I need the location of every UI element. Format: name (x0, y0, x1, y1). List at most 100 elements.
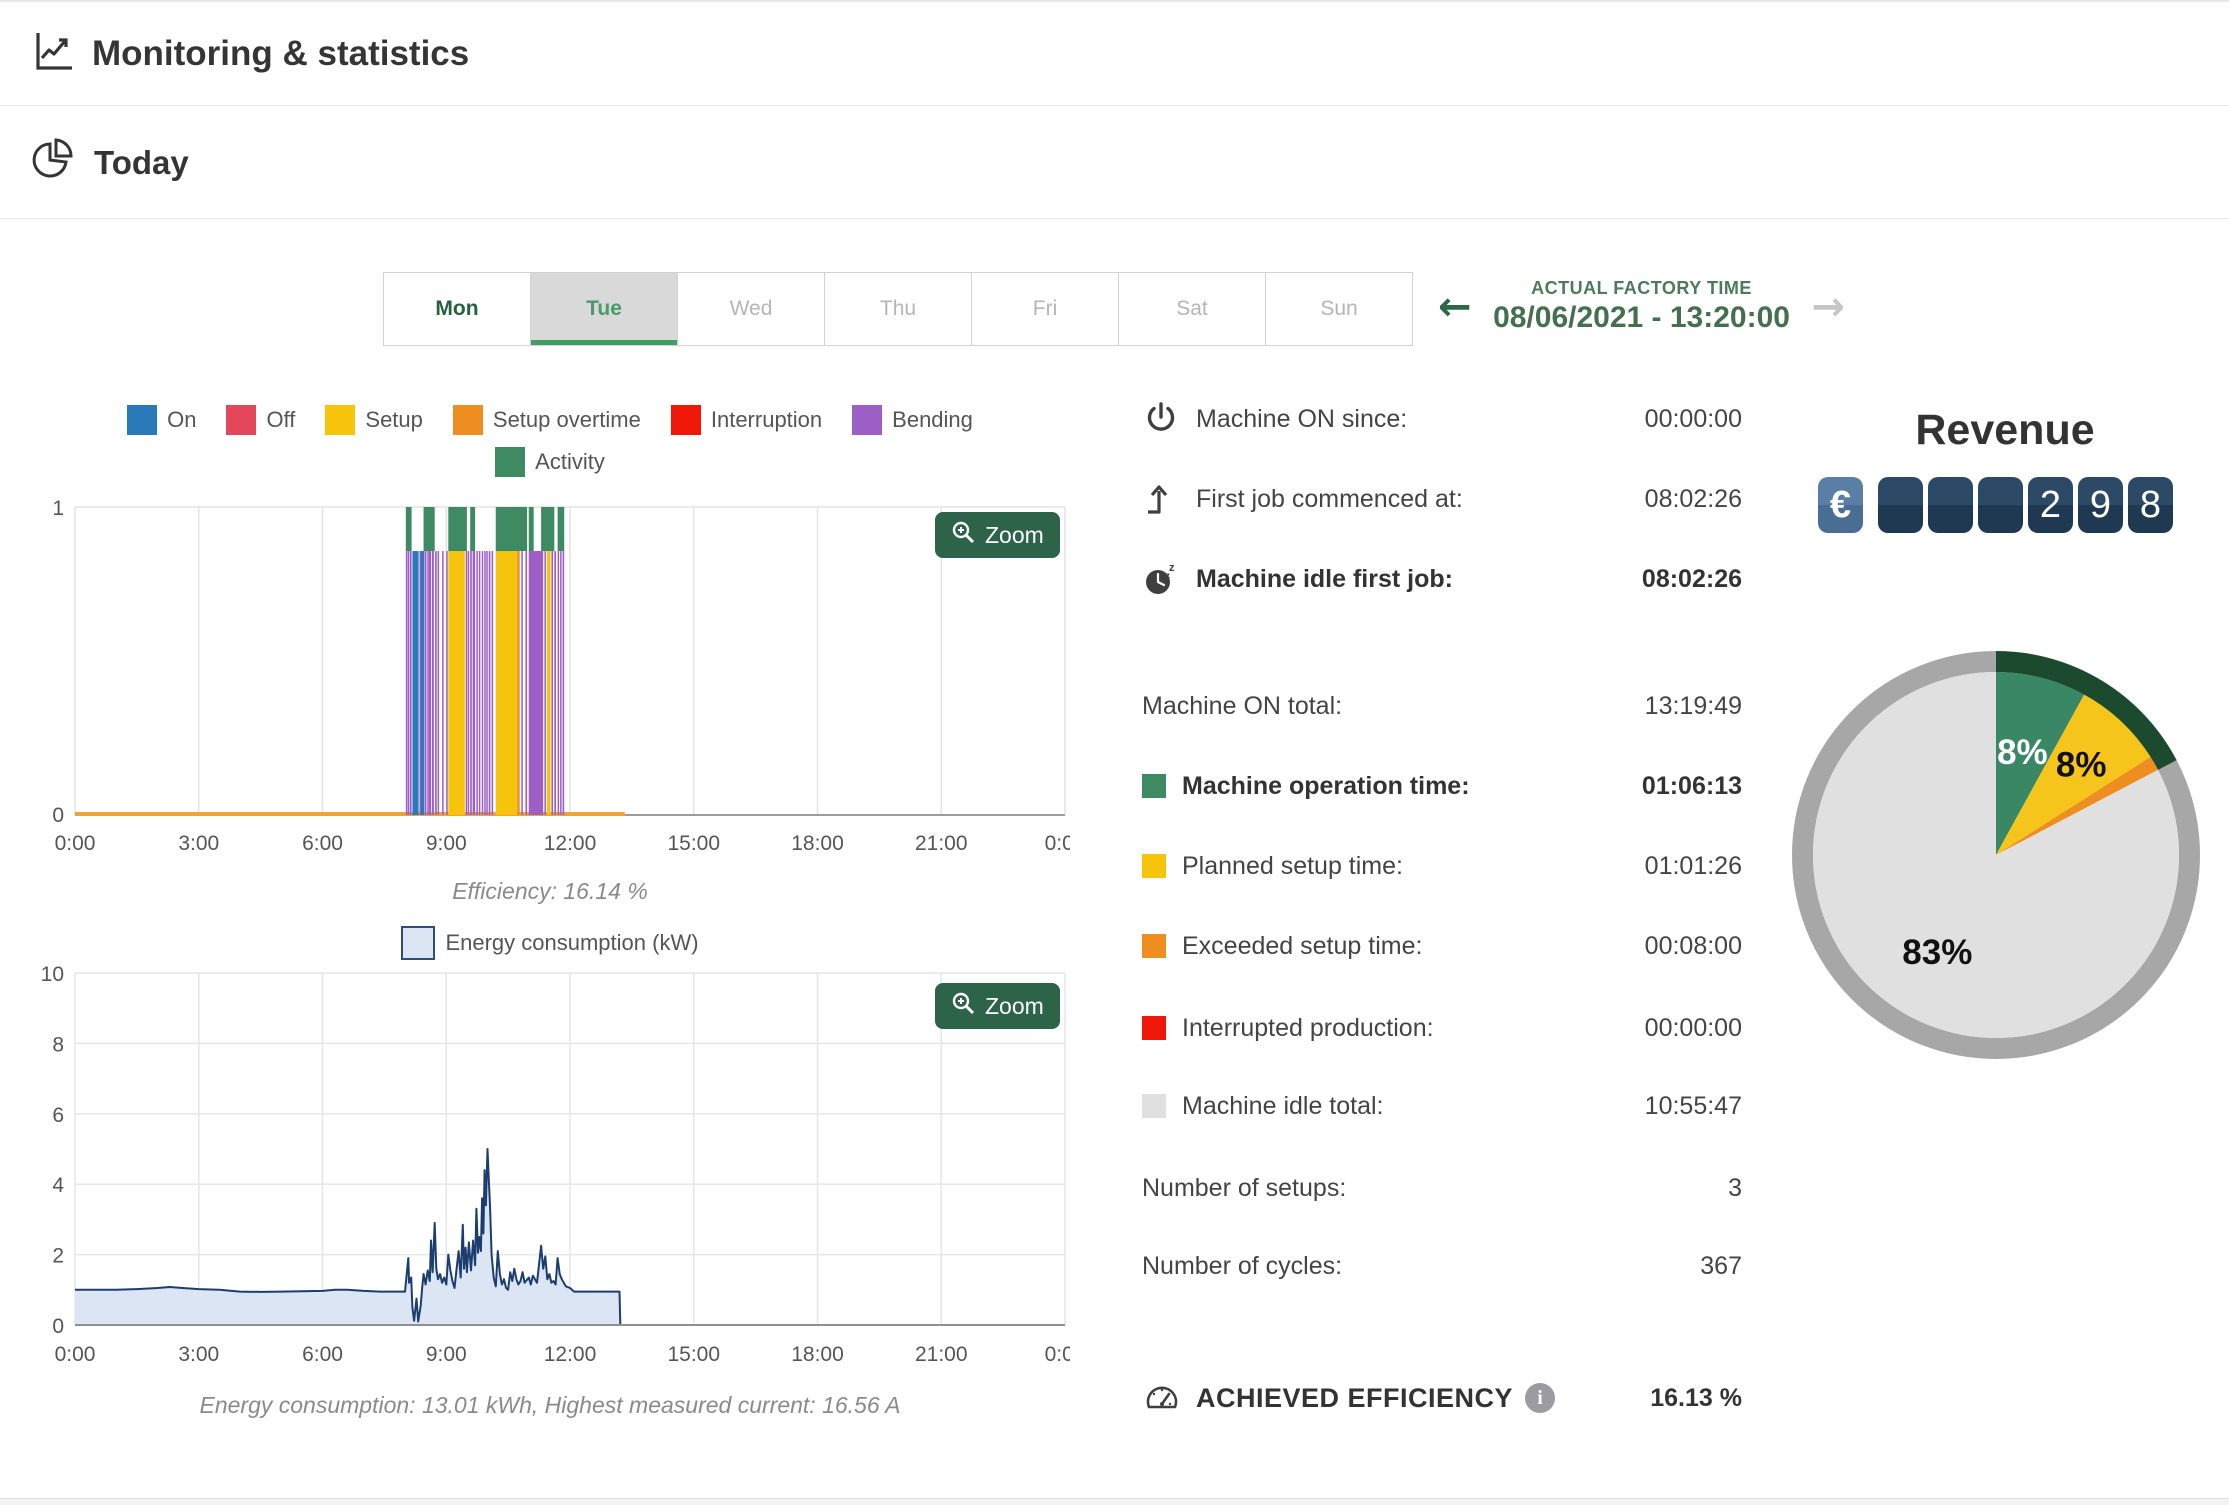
svg-text:10: 10 (41, 965, 64, 986)
stat-label: Machine operation time: (1182, 771, 1470, 800)
svg-text:3:00: 3:00 (178, 1343, 219, 1366)
revenue-digit-tile (1928, 477, 1973, 533)
stat-label: Exceeded setup time: (1182, 931, 1423, 960)
stat-value: 00:08:00 (1644, 931, 1742, 960)
zoom-button-label: Zoom (985, 992, 1044, 1019)
stat-label: Interrupted production: (1182, 1013, 1434, 1042)
magnifier-plus-icon (951, 991, 975, 1021)
tab-sun[interactable]: Sun (1265, 272, 1413, 346)
magnifier-plus-icon (951, 520, 975, 550)
stat-label: Machine idle first job: (1196, 564, 1453, 593)
planned-setup-swatch (1142, 854, 1166, 878)
stat-label: Machine ON total: (1142, 691, 1343, 720)
stat-label: Planned setup time: (1182, 851, 1403, 880)
pie-chart-icon (30, 136, 78, 189)
tab-thu[interactable]: Thu (824, 272, 972, 346)
legend-label: Bending (892, 407, 973, 432)
svg-text:8%: 8% (2056, 745, 2107, 784)
legend-item-bending[interactable]: Bending (852, 405, 973, 435)
legend-label: Setup overtime (492, 407, 641, 432)
zoom-button-status-chart[interactable]: Zoom (935, 512, 1060, 558)
prev-day-arrow-icon[interactable]: ← (1438, 287, 1472, 327)
zoom-button-energy-chart[interactable]: Zoom (935, 983, 1060, 1029)
setup-swatch (325, 405, 356, 435)
exceeded-setup-swatch (1142, 934, 1166, 958)
stat-value: 00:00:00 (1644, 1013, 1742, 1042)
tab-fri[interactable]: Fri (971, 272, 1119, 346)
bending-swatch (852, 405, 883, 435)
legend-item-setup[interactable]: Setup (325, 405, 423, 435)
info-icon[interactable]: i (1525, 1383, 1556, 1413)
svg-text:6: 6 (52, 1104, 64, 1127)
stat-value: 16.13 % (1650, 1383, 1742, 1412)
factory-time-label: ACTUAL FACTORY TIME (1531, 278, 1752, 298)
factory-time: ← ACTUAL FACTORY TIME 08/06/2021 - 13:20… (1438, 278, 1845, 335)
legend-label: Off (266, 407, 296, 432)
stat-row-number-of-cycles: Number of cycles: 367 (1142, 1240, 1742, 1292)
interruption-swatch (670, 405, 701, 435)
svg-text:6:00: 6:00 (302, 832, 343, 855)
next-day-arrow-icon[interactable]: → (1812, 287, 1846, 327)
stat-row-achieved-efficiency: ACHIEVED EFFICIENCY i 16.13 % (1142, 1372, 1742, 1424)
svg-text:z: z (1166, 571, 1170, 580)
factory-time-value: 08/06/2021 - 13:20:00 (1493, 301, 1790, 334)
power-icon (1142, 400, 1182, 438)
legend-label: Activity (535, 449, 605, 474)
stat-row-number-of-setups: Number of setups: 3 (1142, 1162, 1742, 1214)
svg-text:0:00: 0:00 (55, 832, 96, 855)
svg-text:12:00: 12:00 (544, 1343, 597, 1366)
stat-row-machine-operation-time: Machine operation time: 01:06:13 (1142, 760, 1742, 812)
stat-value: 10:55:47 (1644, 1091, 1742, 1120)
section-header: Today (0, 107, 2229, 219)
legend-item-on[interactable]: On (127, 405, 196, 435)
stat-value: 08:02:26 (1641, 564, 1742, 593)
stat-label: Machine idle total: (1182, 1091, 1384, 1120)
setup-overtime-swatch (452, 405, 483, 435)
stat-row-machine-idle-total: Machine idle total: 10:55:47 (1142, 1080, 1742, 1132)
tab-wed[interactable]: Wed (677, 272, 825, 346)
legend-item-setup-overtime[interactable]: Setup overtime (452, 405, 641, 435)
stat-row-planned-setup-time: Planned setup time: 01:01:26 (1142, 840, 1742, 892)
svg-text:4: 4 (52, 1174, 64, 1197)
efficiency-caption: Efficiency: 16.14 % (452, 878, 648, 904)
tab-mon[interactable]: Mon (383, 272, 531, 346)
currency-euro-tile: € (1818, 477, 1863, 533)
revenue-digit-tile: 9 (2078, 477, 2123, 533)
svg-text:0:00: 0:00 (1045, 1343, 1070, 1366)
stat-label: First job commenced at: (1196, 484, 1463, 513)
off-swatch (226, 405, 257, 435)
svg-text:15:00: 15:00 (667, 1343, 720, 1366)
monitoring-chart-icon (30, 28, 76, 79)
activity-swatch (495, 447, 526, 477)
idle-total-swatch (1142, 1094, 1166, 1118)
on-swatch (127, 405, 158, 435)
stat-value: 367 (1700, 1251, 1742, 1280)
status-legend-row-1: On Off Setup Setup overtime Interruption… (30, 405, 1070, 435)
svg-text:9:00: 9:00 (426, 1343, 467, 1366)
legend-item-off[interactable]: Off (226, 405, 295, 435)
time-distribution-pie-chart: 8% 8% 83% (1792, 651, 2200, 1059)
legend-item-interruption[interactable]: Interruption (670, 405, 822, 435)
svg-text:2: 2 (52, 1245, 64, 1268)
svg-text:18:00: 18:00 (791, 832, 844, 855)
svg-text:0: 0 (52, 1315, 64, 1338)
stat-label: Number of setups: (1142, 1173, 1347, 1202)
factory-time-block: ACTUAL FACTORY TIME 08/06/2021 - 13:20:0… (1492, 278, 1792, 335)
stat-value: 01:01:26 (1644, 851, 1742, 880)
energy-legend: Energy consumption (kW) (30, 926, 1070, 960)
tab-sat[interactable]: Sat (1118, 272, 1266, 346)
stat-value: 3 (1728, 1173, 1742, 1202)
revenue-counter: € 2 9 8 (1818, 477, 2173, 533)
legend-item-energy[interactable]: Energy consumption (kW) (401, 926, 699, 960)
legend-item-activity[interactable]: Activity (495, 447, 605, 477)
svg-text:6:00: 6:00 (302, 1343, 343, 1366)
legend-label: Setup (365, 407, 423, 432)
legend-label: Energy consumption (kW) (445, 930, 699, 955)
energy-consumption-chart: 0 2 4 6 8 10 0:00 3:00 6:00 9:00 12:00 15:00 18:00 21… (41, 965, 1070, 1366)
stat-label: ACHIEVED EFFICIENCY (1196, 1382, 1514, 1413)
svg-text:12:00: 12:00 (544, 832, 597, 855)
tab-tue[interactable]: Tue (530, 272, 678, 346)
stat-value: 08:02:26 (1644, 484, 1742, 513)
gauge-icon (1142, 1378, 1182, 1418)
interrupted-swatch (1142, 1016, 1166, 1040)
